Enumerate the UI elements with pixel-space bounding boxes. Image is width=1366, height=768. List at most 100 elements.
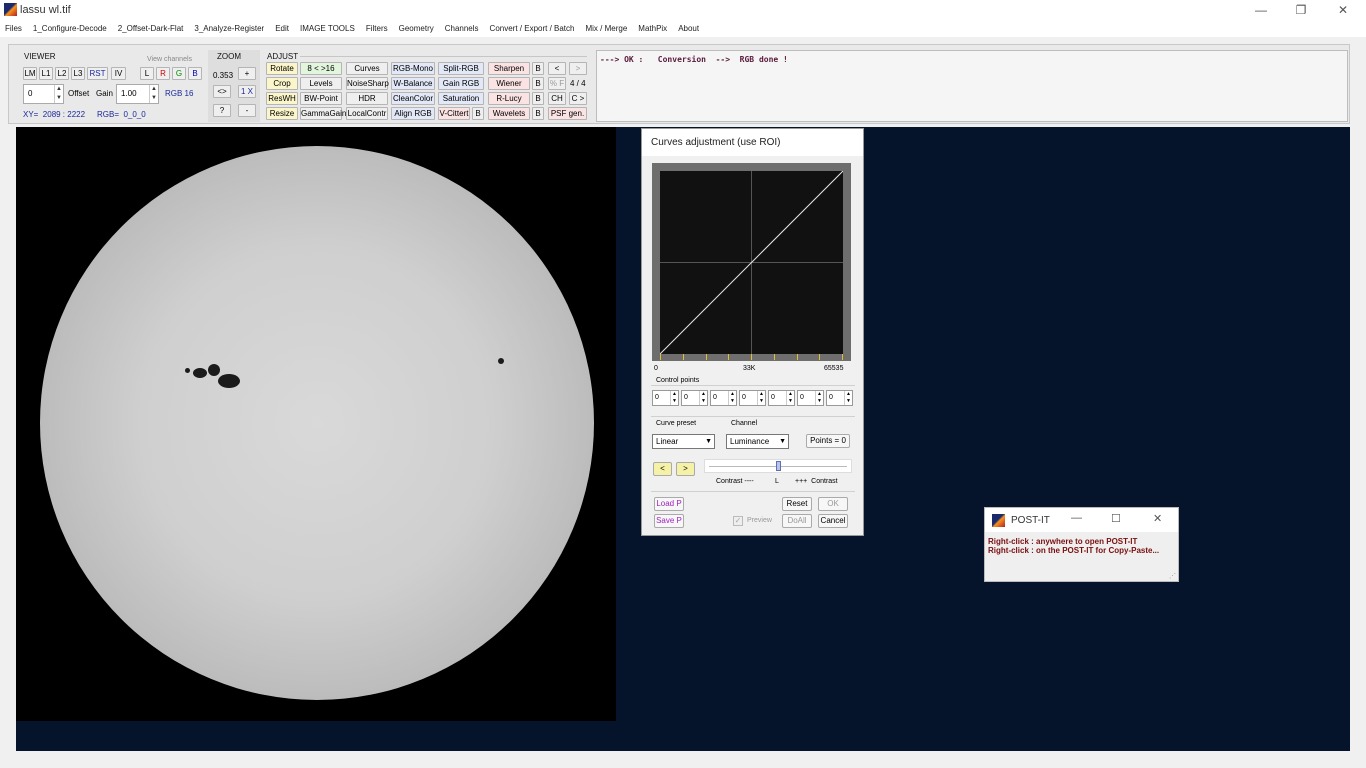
control-point-1[interactable]: 0 ▲ ▼ [652, 390, 679, 406]
control-point-3[interactable]: 0 ▲ ▼ [710, 390, 737, 406]
wiener-button[interactable]: Wiener [488, 77, 530, 90]
curves-button[interactable]: Curves [346, 62, 388, 75]
doall-button[interactable]: DoAll [782, 514, 812, 528]
menu-analyze-register[interactable]: 3_Analyze-Register [194, 24, 264, 33]
viewer-l1-button[interactable]: L1 [39, 67, 53, 80]
stepper-arrows-icon[interactable]: ▲ ▼ [54, 85, 63, 103]
prev-page-button[interactable]: < [548, 62, 566, 75]
rotate-button[interactable]: Rotate [266, 62, 298, 75]
stepper-arrows-icon[interactable]: ▲ ▼ [670, 391, 678, 405]
c-next-button[interactable]: C > [569, 92, 587, 105]
saturation-button[interactable]: Saturation [438, 92, 484, 105]
menu-files[interactable]: Files [5, 24, 22, 33]
noisesharp-button[interactable]: NoiseSharp [346, 77, 389, 90]
control-point-5[interactable]: 0 ▲ ▼ [768, 390, 795, 406]
menu-about[interactable]: About [678, 24, 699, 33]
stepper-arrows-icon[interactable]: ▲ ▼ [149, 85, 158, 103]
slider-thumb[interactable] [776, 461, 781, 471]
curve-next-button[interactable]: > [676, 462, 695, 476]
gain-stepper[interactable]: 1.00 ▲ ▼ [116, 84, 159, 104]
viewer-l3-button[interactable]: L3 [71, 67, 85, 80]
bw-point-button[interactable]: BW-Point [300, 92, 342, 105]
bitdepth-button[interactable]: 8 < >16 [300, 62, 342, 75]
zoom-help-button[interactable]: ? [213, 104, 231, 117]
stepper-arrows-icon[interactable]: ▲ ▼ [699, 391, 707, 405]
channel-l-button[interactable]: L [140, 67, 154, 80]
menu-image-tools[interactable]: IMAGE TOOLS [300, 24, 355, 33]
zoom-out-button[interactable]: - [238, 104, 256, 117]
cancel-button[interactable]: Cancel [818, 514, 848, 528]
stepper-arrows-icon[interactable]: ▲ ▼ [757, 391, 765, 405]
zoom-fit-button[interactable]: <> [213, 85, 231, 98]
split-rgb-button[interactable]: Split-RGB [438, 62, 484, 75]
control-point-7[interactable]: 0 ▲ ▼ [826, 390, 853, 406]
gain-rgb-button[interactable]: Gain RGB [438, 77, 484, 90]
close-button[interactable]: ✕ [1328, 2, 1358, 18]
control-point-2[interactable]: 0 ▲ ▼ [681, 390, 708, 406]
menu-mathpix[interactable]: MathPix [638, 24, 667, 33]
menu-edit[interactable]: Edit [275, 24, 289, 33]
levels-button[interactable]: Levels [300, 77, 342, 90]
rgb-mono-button[interactable]: RGB-Mono [391, 62, 435, 75]
viewer-lm-button[interactable]: LM [23, 67, 37, 80]
percent-f-button[interactable]: % F [548, 77, 566, 90]
postit-maximize-button[interactable]: ☐ [1111, 512, 1121, 525]
ch-button[interactable]: CH [548, 92, 566, 105]
stepper-arrows-icon[interactable]: ▲ ▼ [786, 391, 794, 405]
crop-button[interactable]: Crop [266, 77, 298, 90]
menu-offset-dark-flat[interactable]: 2_Offset-Dark-Flat [118, 24, 184, 33]
v-cittert-button[interactable]: V-Cittert [438, 107, 470, 120]
next-page-button[interactable]: > [569, 62, 587, 75]
postit-close-button[interactable]: ✕ [1153, 512, 1162, 525]
zoom-1x-button[interactable]: 1 X [238, 85, 256, 98]
offset-stepper[interactable]: 0 ▲ ▼ [23, 84, 64, 104]
ok-button[interactable]: OK [818, 497, 848, 511]
channel-r-button[interactable]: R [156, 67, 170, 80]
curve-plot[interactable] [660, 171, 843, 354]
contrast-slider[interactable] [704, 459, 852, 473]
wavelets-button[interactable]: Wavelets [488, 107, 530, 120]
menu-mix-merge[interactable]: Mix / Merge [585, 24, 627, 33]
wiener-b-button[interactable]: B [532, 77, 544, 90]
resize-button[interactable]: Resize [266, 107, 298, 120]
menu-filters[interactable]: Filters [366, 24, 388, 33]
align-rgb-button[interactable]: Align RGB [391, 107, 435, 120]
localcontr-button[interactable]: LocalContr [346, 107, 388, 120]
stepper-arrows-icon[interactable]: ▲ ▼ [844, 391, 852, 405]
gammagain-button[interactable]: GammaGain [300, 107, 346, 120]
resize-grip-icon[interactable]: ⋰ [1169, 572, 1176, 580]
stepper-arrows-icon[interactable]: ▲ ▼ [815, 391, 823, 405]
curve-prev-button[interactable]: < [653, 462, 672, 476]
cleancolor-button[interactable]: CleanColor [391, 92, 435, 105]
zoom-in-button[interactable]: + [238, 67, 256, 80]
curve-graph[interactable] [660, 171, 843, 354]
preview-checkbox[interactable]: ✓ [733, 516, 743, 526]
psf-gen-button[interactable]: PSF gen. [548, 107, 587, 120]
menu-convert-export-batch[interactable]: Convert / Export / Batch [490, 24, 575, 33]
points-button[interactable]: Points = 0 [806, 434, 850, 448]
viewer-rst-button[interactable]: RST [87, 67, 108, 80]
sharpen-b-button[interactable]: B [532, 62, 544, 75]
minimize-button[interactable]: — [1246, 2, 1276, 18]
stepper-arrows-icon[interactable]: ▲ ▼ [728, 391, 736, 405]
v-cittert-b-button[interactable]: B [472, 107, 484, 120]
reset-button[interactable]: Reset [782, 497, 812, 511]
menu-channels[interactable]: Channels [445, 24, 479, 33]
menu-geometry[interactable]: Geometry [399, 24, 434, 33]
hdr-button[interactable]: HDR [346, 92, 388, 105]
postit-minimize-button[interactable]: — [1071, 512, 1082, 524]
load-preset-button[interactable]: Load P [654, 497, 684, 511]
channel-select[interactable]: Luminance ▼ [726, 434, 789, 449]
r-lucy-b-button[interactable]: B [532, 92, 544, 105]
w-balance-button[interactable]: W-Balance [391, 77, 435, 90]
menu-configure-decode[interactable]: 1_Configure-Decode [33, 24, 107, 33]
wavelets-b-button[interactable]: B [532, 107, 544, 120]
channel-g-button[interactable]: G [172, 67, 186, 80]
reswh-button[interactable]: ResWH [266, 92, 298, 105]
control-point-6[interactable]: 0 ▲ ▼ [797, 390, 824, 406]
r-lucy-button[interactable]: R-Lucy [488, 92, 530, 105]
control-point-4[interactable]: 0 ▲ ▼ [739, 390, 766, 406]
curve-preset-select[interactable]: Linear ▼ [652, 434, 715, 449]
save-preset-button[interactable]: Save P [654, 514, 684, 528]
viewer-iv-button[interactable]: IV [111, 67, 126, 80]
